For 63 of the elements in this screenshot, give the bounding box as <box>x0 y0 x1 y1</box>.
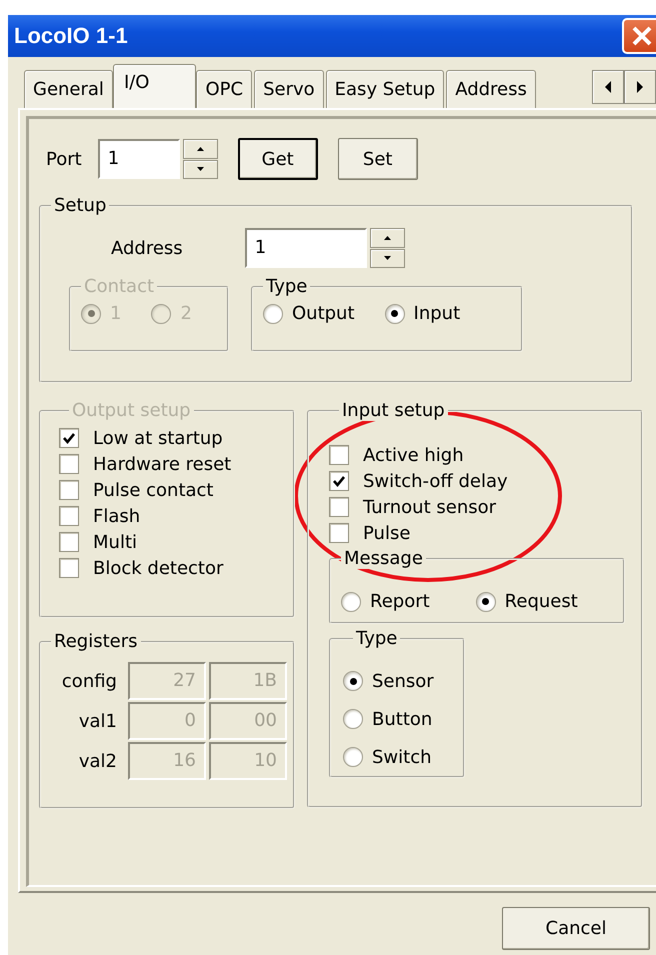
checkbox-label: Turnout sensor <box>363 496 496 518</box>
checkbox-label: Switch-off delay <box>363 470 508 492</box>
radio-button[interactable] <box>343 709 363 729</box>
radio-button[interactable] <box>343 747 363 767</box>
radio-label: Input <box>414 303 460 324</box>
radio-button[interactable] <box>341 592 361 612</box>
register-field: 0 <box>128 702 206 740</box>
checkbox-label: Hardware reset <box>93 454 232 474</box>
radio-button[interactable] <box>343 671 363 691</box>
checkbox[interactable] <box>329 471 349 491</box>
checkbox[interactable] <box>329 497 349 517</box>
scroll-right-button[interactable] <box>624 70 656 104</box>
close-icon <box>631 25 653 47</box>
close-button[interactable] <box>622 18 656 54</box>
left-arrow-icon <box>604 81 612 93</box>
radio-label: 1 <box>110 303 122 324</box>
checkbox-label: Flash <box>93 506 140 526</box>
address-label: Address <box>111 238 183 258</box>
port-label: Port <box>46 148 82 170</box>
get-button[interactable]: Get <box>238 138 318 180</box>
checkbox-label: Low at startup <box>93 428 223 448</box>
register-field: 16 <box>128 742 206 780</box>
check-icon <box>332 474 346 488</box>
radio-button[interactable] <box>384 304 405 324</box>
checkbox[interactable] <box>329 523 349 543</box>
tab[interactable]: Easy Setup <box>326 70 444 108</box>
tab[interactable]: I/O <box>112 64 196 108</box>
tab[interactable]: Servo <box>254 70 324 108</box>
check-icon <box>62 431 76 445</box>
checkbox-label: Pulse <box>363 522 410 544</box>
tab[interactable]: Address <box>446 70 536 108</box>
radio-label: Sensor <box>372 670 434 692</box>
set-button[interactable]: Set <box>338 138 418 180</box>
checkbox-label: Active high <box>363 444 464 466</box>
checkbox-label: Pulse contact <box>93 480 214 500</box>
checkbox[interactable] <box>329 445 349 465</box>
tab[interactable]: OPC <box>196 70 252 108</box>
address-field[interactable]: 1 <box>244 228 367 268</box>
radio-label: Output <box>292 303 355 324</box>
radio-label: Report <box>370 591 430 612</box>
scroll-left-button[interactable] <box>592 70 624 104</box>
cancel-button[interactable]: Cancel <box>502 907 650 950</box>
address-spinner[interactable] <box>370 228 405 268</box>
right-arrow-icon <box>636 81 644 93</box>
port-field[interactable]: 1 <box>98 139 180 179</box>
radio-button[interactable] <box>263 304 283 324</box>
register-field: 27 <box>128 662 206 700</box>
tab[interactable]: General <box>24 70 113 108</box>
checkbox-label: Block detector <box>93 558 224 578</box>
register-label: val1 <box>78 710 117 732</box>
radio-label: 2 <box>180 303 192 324</box>
checkbox-label: Multi <box>93 532 137 552</box>
radio-label: Switch <box>372 746 432 768</box>
radio-button[interactable] <box>476 592 496 612</box>
register-label: val2 <box>78 750 117 772</box>
radio-label: Request <box>504 591 578 612</box>
register-label: config <box>60 670 117 692</box>
port-spinner[interactable] <box>182 139 218 179</box>
register-field: 1B <box>209 662 287 700</box>
radio-label: Button <box>372 708 432 730</box>
window-title: LocoIO 1-1 <box>13 23 128 49</box>
register-field: 10 <box>209 742 287 780</box>
register-field: 00 <box>209 702 287 740</box>
